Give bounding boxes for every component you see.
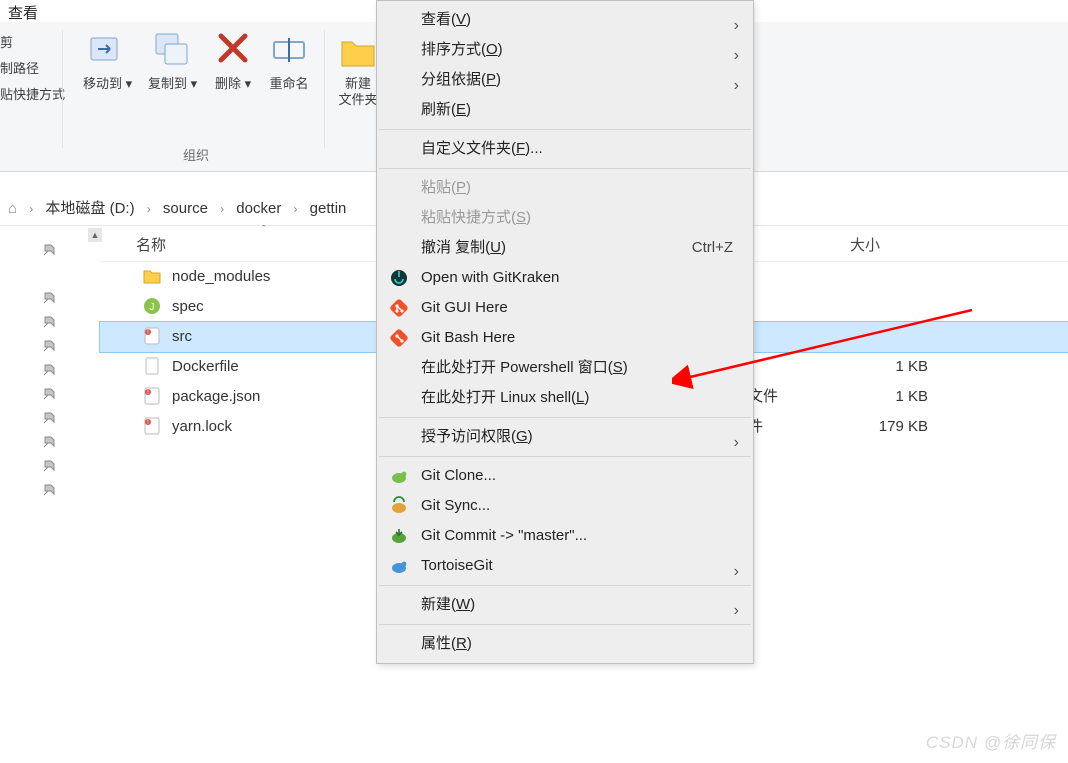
pin-icon[interactable] <box>42 410 58 426</box>
file-type-icon: J <box>142 296 162 316</box>
menu-separator <box>379 624 751 625</box>
pin-icon[interactable] <box>42 458 58 474</box>
menu-open-linux-shell[interactable]: 在此处打开 Linux shell(L) <box>377 383 753 413</box>
divider <box>62 30 63 148</box>
git-icon <box>389 298 409 318</box>
menu-grant-access[interactable]: 授予访问权限(G)› <box>377 422 753 452</box>
file-type-icon: ! <box>142 416 162 436</box>
col-name[interactable]: 名称 <box>136 234 166 255</box>
copy-path-button[interactable]: 制路径 <box>0 56 60 82</box>
file-type-icon: ! <box>142 386 162 406</box>
chevron-right-icon: › <box>734 596 739 626</box>
file-name: src <box>172 322 192 352</box>
menu-separator <box>379 417 751 418</box>
nav-sidebar <box>0 226 100 763</box>
col-size[interactable]: 大小 <box>850 234 880 255</box>
menu-open-gitkraken[interactable]: Open with GitKraken <box>377 263 753 293</box>
ribbon-group-organize: 移动到 ▾ 复制到 ▾ 删除 ▾ 重命名 组织 <box>70 28 322 168</box>
menu-git-clone[interactable]: Git Clone... <box>377 461 753 491</box>
chevron-right-icon: › <box>220 202 224 216</box>
menu-separator <box>379 456 751 457</box>
pin-icon[interactable] <box>42 362 58 378</box>
menu-separator <box>379 168 751 169</box>
file-name: yarn.lock <box>172 412 232 442</box>
git-icon <box>389 328 409 348</box>
chevron-right-icon: › <box>147 202 151 216</box>
copy-to-button[interactable]: 复制到 ▾ <box>142 28 203 92</box>
menu-git-commit[interactable]: Git Commit -> "master"... <box>377 521 753 551</box>
pin-icon[interactable] <box>42 242 58 258</box>
file-type-icon <box>142 356 162 376</box>
menu-customize-folder[interactable]: 自定义文件夹(F)... <box>377 134 753 164</box>
copy-to-icon <box>153 28 193 72</box>
pin-icon[interactable] <box>42 338 58 354</box>
menu-paste: 粘贴(P) <box>377 173 753 203</box>
pin-icon[interactable] <box>42 386 58 402</box>
ribbon-group-new: 新建文件夹 <box>332 28 380 168</box>
menu-properties[interactable]: 属性(R) <box>377 629 753 659</box>
cut-button[interactable]: 剪 <box>0 30 60 56</box>
tortoise-commit-icon <box>389 526 409 546</box>
menu-tortoisegit[interactable]: TortoiseGit› <box>377 551 753 581</box>
group-label-organize: 组织 <box>70 145 322 164</box>
menu-separator <box>379 129 751 130</box>
menu-separator <box>379 585 751 586</box>
shortcut-label: Ctrl+Z <box>692 233 733 263</box>
menu-git-sync[interactable]: Git Sync... <box>377 491 753 521</box>
ribbon-group-clipboard: 剪 制路径 贴快捷方式 <box>0 28 60 168</box>
pin-icon[interactable] <box>42 434 58 450</box>
file-size: 1 KB <box>848 382 928 412</box>
breadcrumb-part[interactable]: docker <box>236 200 281 217</box>
tortoisegit-icon <box>389 556 409 576</box>
menu-open-powershell[interactable]: 在此处打开 Powershell 窗口(S) <box>377 353 753 383</box>
svg-text:J: J <box>150 302 155 313</box>
menu-refresh[interactable]: 刷新(E) <box>377 95 753 125</box>
pin-icon[interactable] <box>42 290 58 306</box>
tortoise-sync-icon <box>389 496 409 516</box>
chevron-right-icon: › <box>294 202 298 216</box>
menu-group-by[interactable]: 分组依据(P)› <box>377 65 753 95</box>
delete-button[interactable]: 删除 ▾ <box>207 28 259 92</box>
breadcrumb-part[interactable]: 本地磁盘 (D:) <box>45 200 134 217</box>
context-menu: 查看(V)› 排序方式(O)› 分组依据(P)› 刷新(E) 自定义文件夹(F)… <box>376 0 754 664</box>
move-to-button[interactable]: 移动到 ▾ <box>77 28 138 92</box>
file-size: 1 KB <box>848 352 928 382</box>
chevron-right-icon: › <box>29 202 33 216</box>
file-type-icon: ! <box>142 326 162 346</box>
file-type-icon <box>142 266 162 286</box>
divider <box>324 30 325 148</box>
tortoise-clone-icon <box>389 466 409 486</box>
new-folder-icon <box>338 28 378 72</box>
file-name: package.json <box>172 382 260 412</box>
delete-icon <box>213 28 253 72</box>
menu-git-bash[interactable]: Git Bash Here <box>377 323 753 353</box>
menu-view[interactable]: 查看(V)› <box>377 5 753 35</box>
chevron-right-icon: › <box>734 428 739 458</box>
menu-git-gui[interactable]: Git GUI Here <box>377 293 753 323</box>
watermark: CSDN @徐同保 <box>926 728 1056 753</box>
file-name: spec <box>172 292 204 322</box>
pin-icon[interactable] <box>42 314 58 330</box>
chevron-right-icon: › <box>734 557 739 587</box>
rename-button[interactable]: 重命名 <box>263 28 315 92</box>
paste-shortcut-button[interactable]: 贴快捷方式 <box>0 82 60 108</box>
file-name: node_modules <box>172 262 270 292</box>
move-to-icon <box>88 28 128 72</box>
menu-sort[interactable]: 排序方式(O)› <box>377 35 753 65</box>
pin-icon[interactable] <box>42 482 58 498</box>
file-size: 179 KB <box>848 412 928 442</box>
menu-paste-shortcut: 粘贴快捷方式(S) <box>377 203 753 233</box>
menu-undo-copy[interactable]: 撤消 复制(U)Ctrl+Z <box>377 233 753 263</box>
breadcrumb-part[interactable]: gettin <box>310 200 347 217</box>
rename-icon <box>269 28 309 72</box>
breadcrumb-root-icon: ⌂ <box>8 200 17 217</box>
chevron-up-icon: ˆ <box>262 224 266 236</box>
gitkraken-icon <box>389 268 409 288</box>
file-name: Dockerfile <box>172 352 239 382</box>
breadcrumb-part[interactable]: source <box>163 200 208 217</box>
menu-new[interactable]: 新建(W)› <box>377 590 753 620</box>
